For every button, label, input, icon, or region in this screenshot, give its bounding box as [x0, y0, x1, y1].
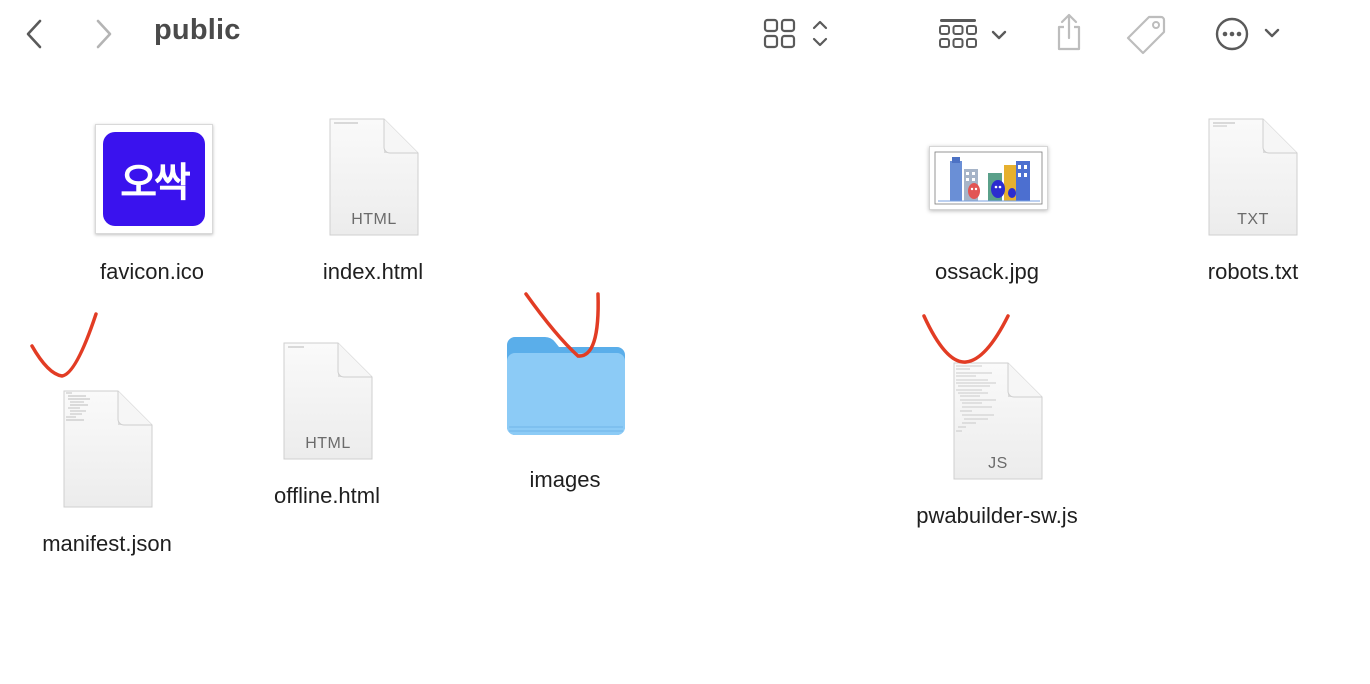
folder-icon: [505, 335, 627, 439]
chevron-left-icon: [26, 19, 42, 49]
annotation-check-mark: [30, 312, 98, 378]
file-name: robots.txt: [1207, 259, 1299, 284]
file-extension-label: JS: [988, 455, 1008, 472]
file-name: favicon.ico: [100, 259, 204, 284]
jpg-thumbnail: [929, 146, 1048, 210]
file-extension-label: HTML: [351, 211, 397, 228]
share-icon: [1057, 13, 1081, 51]
js-document-icon: JS: [952, 361, 1044, 481]
html-document-icon: HTML: [282, 341, 374, 461]
file-name: ossack.jpg: [935, 259, 1039, 284]
group-by-icon: [939, 19, 1007, 48]
file-extension-label: TXT: [1237, 211, 1269, 228]
file-name: index.html: [322, 259, 424, 284]
view-mode-button[interactable]: [760, 14, 836, 54]
share-button[interactable]: [1048, 10, 1090, 54]
chevron-right-icon: [96, 19, 112, 49]
tag-button[interactable]: [1122, 12, 1170, 56]
ellipsis-circle-icon: [1215, 17, 1280, 51]
city-illustration: [934, 151, 1043, 205]
file-name: images: [529, 467, 601, 492]
txt-document-icon: TXT: [1207, 117, 1299, 237]
ico-logo-text: 오싹: [103, 132, 205, 226]
forward-button[interactable]: [86, 14, 122, 54]
finder-toolbar: public: [0, 0, 1370, 68]
back-button[interactable]: [16, 14, 52, 54]
ico-thumbnail: 오싹: [95, 124, 213, 234]
json-document-icon: [62, 389, 154, 509]
file-name: offline.html: [274, 483, 380, 508]
file-name: manifest.json: [42, 531, 172, 556]
more-actions-button[interactable]: [1208, 14, 1288, 54]
html-document-icon: HTML: [328, 117, 420, 237]
file-extension-label: HTML: [305, 435, 351, 452]
window-title: public: [154, 14, 241, 46]
file-name: pwabuilder-sw.js: [916, 503, 1078, 528]
icon-grid-view-icon: [763, 18, 828, 49]
group-by-button[interactable]: [934, 14, 1014, 54]
tag-icon: [1126, 15, 1166, 55]
